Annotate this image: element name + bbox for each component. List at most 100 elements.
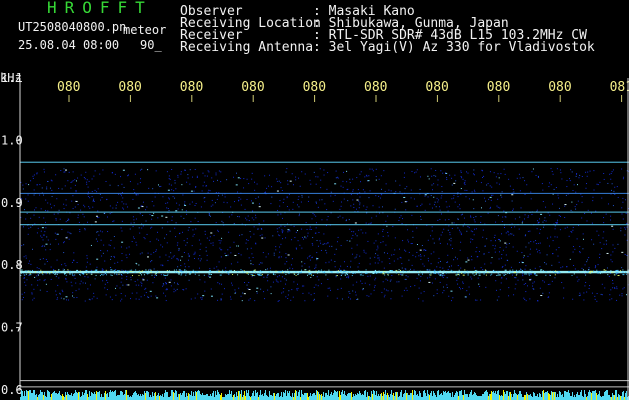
noise-pixel [382,281,384,283]
noise-pixel [519,177,521,179]
noise-pixel [480,182,482,184]
noise-pixel [95,215,98,217]
strong-line-pixel [498,274,501,276]
strong-line-pixel [494,271,496,273]
strong-line-pixel [512,269,514,271]
noise-pixel [555,249,557,251]
noise-pixel [443,228,445,230]
strong-line-pixel [232,273,234,275]
noise-pixel [500,257,502,259]
noise-pixel [46,186,48,188]
bottom-strip-bar [411,393,412,400]
noise-pixel [272,281,274,283]
noise-pixel [365,252,367,254]
noise-pixel [406,186,408,188]
noise-pixel [420,255,422,257]
noise-pixel [451,222,453,224]
noise-pixel [441,195,443,197]
bottom-strip-bar [186,393,187,400]
noise-pixel [73,275,75,277]
noise-pixel [189,203,191,205]
bottom-strip-bar [310,393,311,400]
strong-line-pixel [485,274,487,276]
noise-pixel [377,247,379,249]
noise-pixel [156,238,158,240]
noise-pixel [168,281,171,283]
noise-pixel [77,204,79,206]
noise-pixel [508,295,510,297]
noise-pixel [55,218,57,220]
noise-pixel [494,251,496,253]
noise-pixel [183,203,185,205]
strong-line-pixel [23,274,25,276]
bottom-strip-bar [96,391,97,400]
noise-pixel [113,247,115,249]
noise-pixel [265,256,267,258]
noise-pixel [182,231,184,233]
noise-pixel [147,169,149,171]
noise-pixel [117,261,119,263]
noise-pixel [321,199,323,201]
noise-pixel [557,255,559,257]
noise-pixel [363,251,365,253]
noise-pixel [150,261,152,263]
bottom-strip-bar [65,392,66,400]
noise-pixel [304,236,306,238]
noise-pixel [124,295,126,297]
noise-pixel [121,260,123,262]
noise-pixel [413,198,415,200]
bottom-strip-bar [52,393,53,400]
noise-pixel [209,268,211,270]
noise-pixel [105,181,107,182]
strong-line-pixel [343,271,346,273]
noise-pixel [522,275,524,277]
bottom-strip-bar [114,391,115,400]
noise-pixel [261,234,263,236]
strong-line-pixel [452,270,454,272]
bottom-strip-bar [55,393,56,400]
strong-line-pixel [445,272,447,274]
noise-pixel [283,288,285,290]
bottom-strip-bar [408,395,409,400]
bottom-strip-bar [480,396,481,400]
noise-pixel [495,176,497,178]
noise-pixel [481,176,483,178]
noise-pixel [464,180,466,182]
bottom-strip-bar [474,392,475,400]
noise-pixel [187,253,189,255]
noise-pixel [129,228,131,230]
bottom-strip-bar [87,394,88,400]
noise-pixel [497,206,499,208]
noise-pixel [438,237,440,239]
bottom-strip-bar [112,391,113,400]
noise-pixel [425,249,427,251]
bottom-strip-bar [266,395,267,400]
noise-pixel [174,227,176,229]
noise-pixel [263,220,265,222]
noise-pixel [279,246,281,248]
noise-pixel [536,248,538,250]
noise-pixel [610,215,612,217]
noise-pixel [160,185,162,187]
noise-pixel [224,196,226,198]
bottom-strip-bar [92,393,93,400]
noise-pixel [98,216,100,218]
noise-pixel [25,183,27,185]
noise-pixel [381,194,383,196]
noise-pixel [85,266,87,268]
bottom-strip-bar [289,391,290,400]
noise-pixel [450,290,453,292]
noise-pixel [622,201,624,203]
noise-pixel [483,253,485,255]
noise-pixel [109,213,111,215]
noise-pixel [308,256,310,258]
noise-pixel [34,276,36,278]
noise-pixel [250,263,252,265]
noise-pixel [277,276,279,278]
strong-line-pixel [374,271,376,273]
noise-pixel [381,206,383,208]
bottom-strip-bar [78,392,79,400]
noise-pixel [309,179,311,181]
strong-line-pixel [123,272,125,274]
noise-pixel [550,236,552,238]
